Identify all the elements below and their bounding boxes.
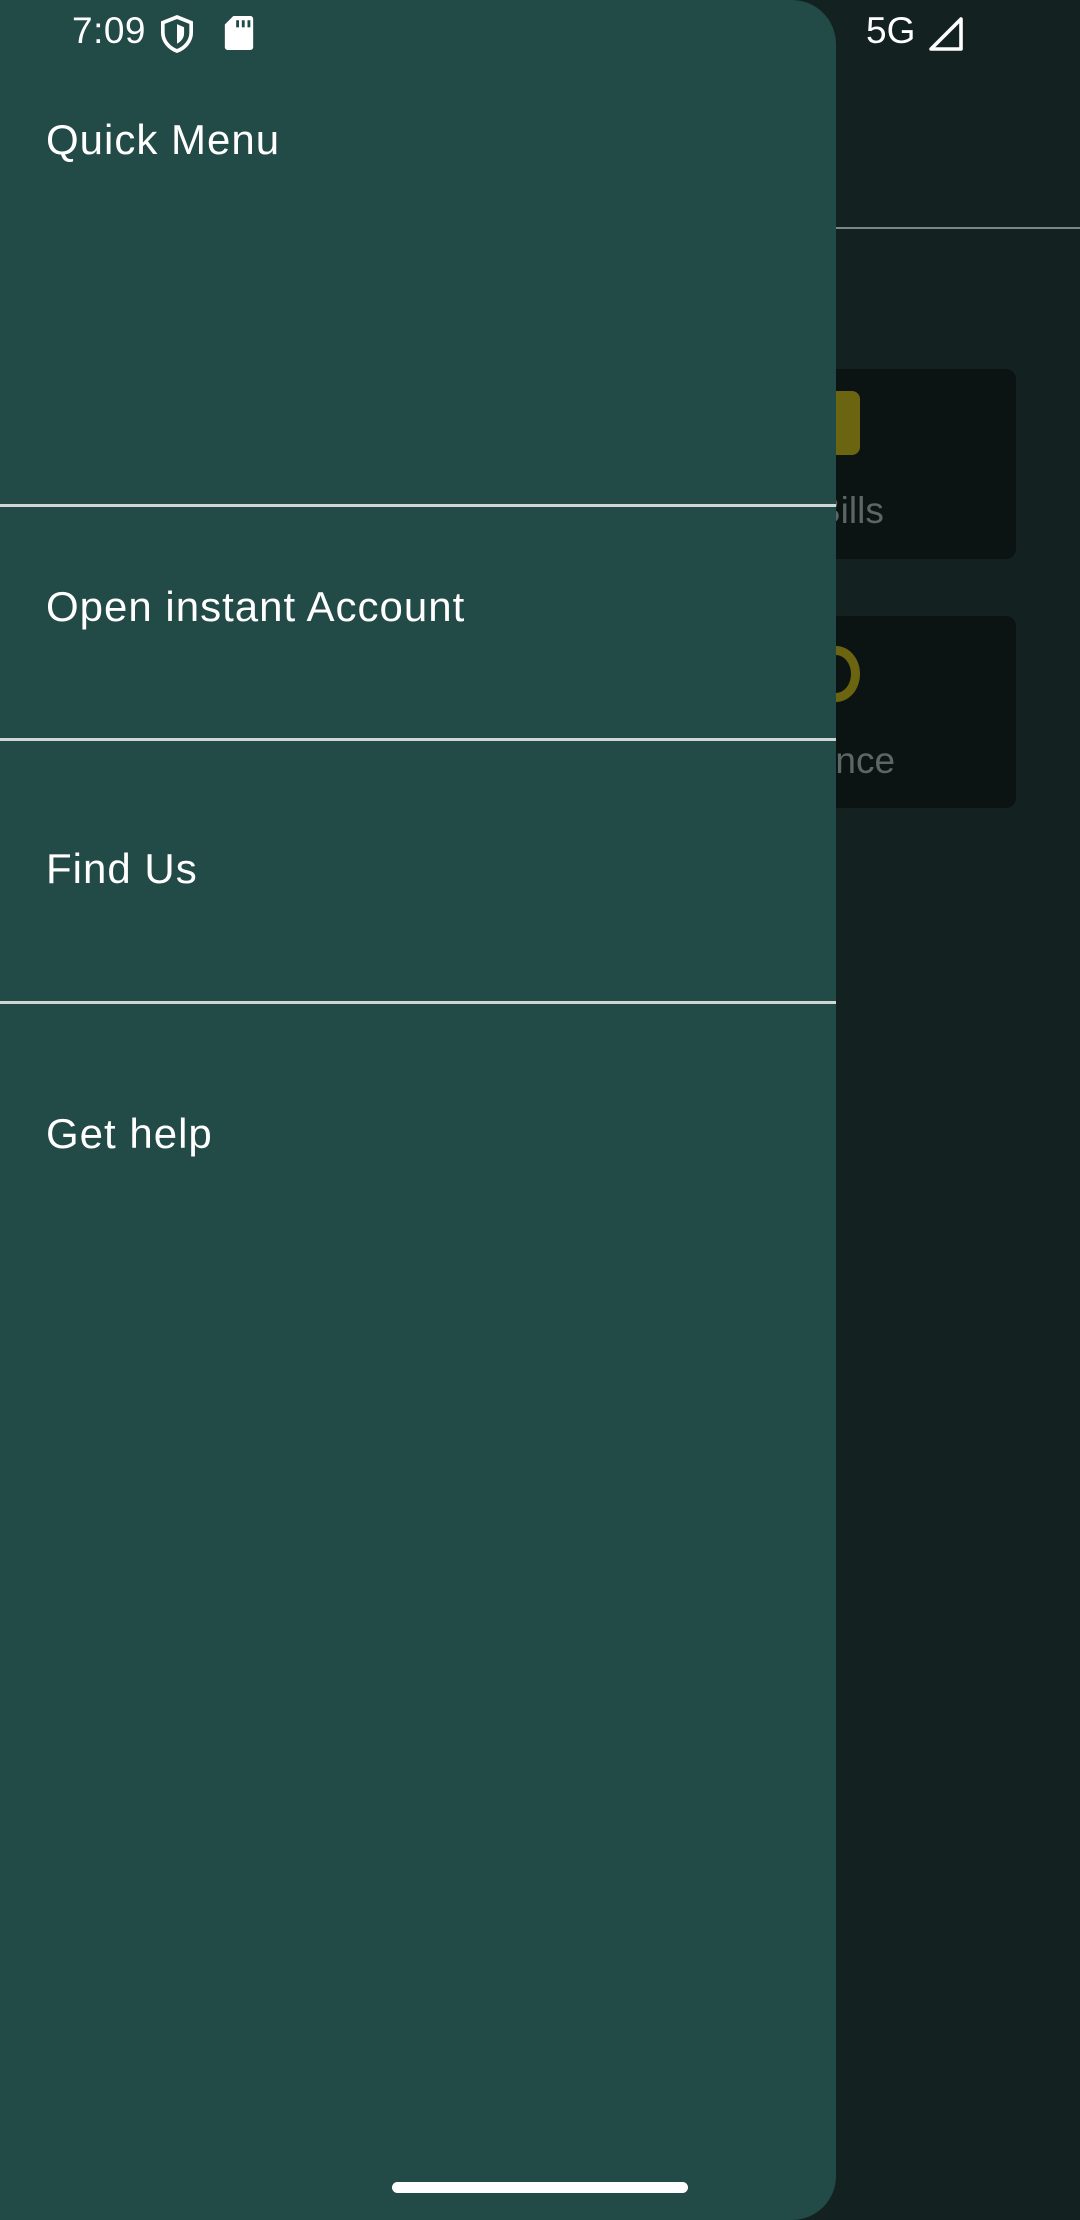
shield-icon <box>160 15 194 53</box>
sd-card-icon <box>224 16 254 50</box>
menu-item-get-help[interactable]: Get help <box>0 1004 836 1264</box>
navigation-drawer: Quick Menu Open instant Account Find Us … <box>0 0 836 2220</box>
network-type: 5G <box>866 10 916 51</box>
menu-item-label: Find Us <box>46 845 198 892</box>
menu-item-label: Open instant Account <box>46 583 466 630</box>
status-bar: 7:09 5G <box>0 0 1080 66</box>
menu-item-find-us[interactable]: Find Us <box>0 741 836 1002</box>
gesture-navigation-handle[interactable] <box>392 2182 688 2193</box>
drawer-title: Quick Menu <box>46 116 281 163</box>
drawer-header: Quick Menu <box>0 0 836 505</box>
menu-item-label: Get help <box>46 1110 213 1157</box>
cellular-signal-icon <box>929 17 963 51</box>
menu-item-open-instant-account[interactable]: Open instant Account <box>0 507 836 738</box>
status-time: 7:09 <box>72 10 147 51</box>
